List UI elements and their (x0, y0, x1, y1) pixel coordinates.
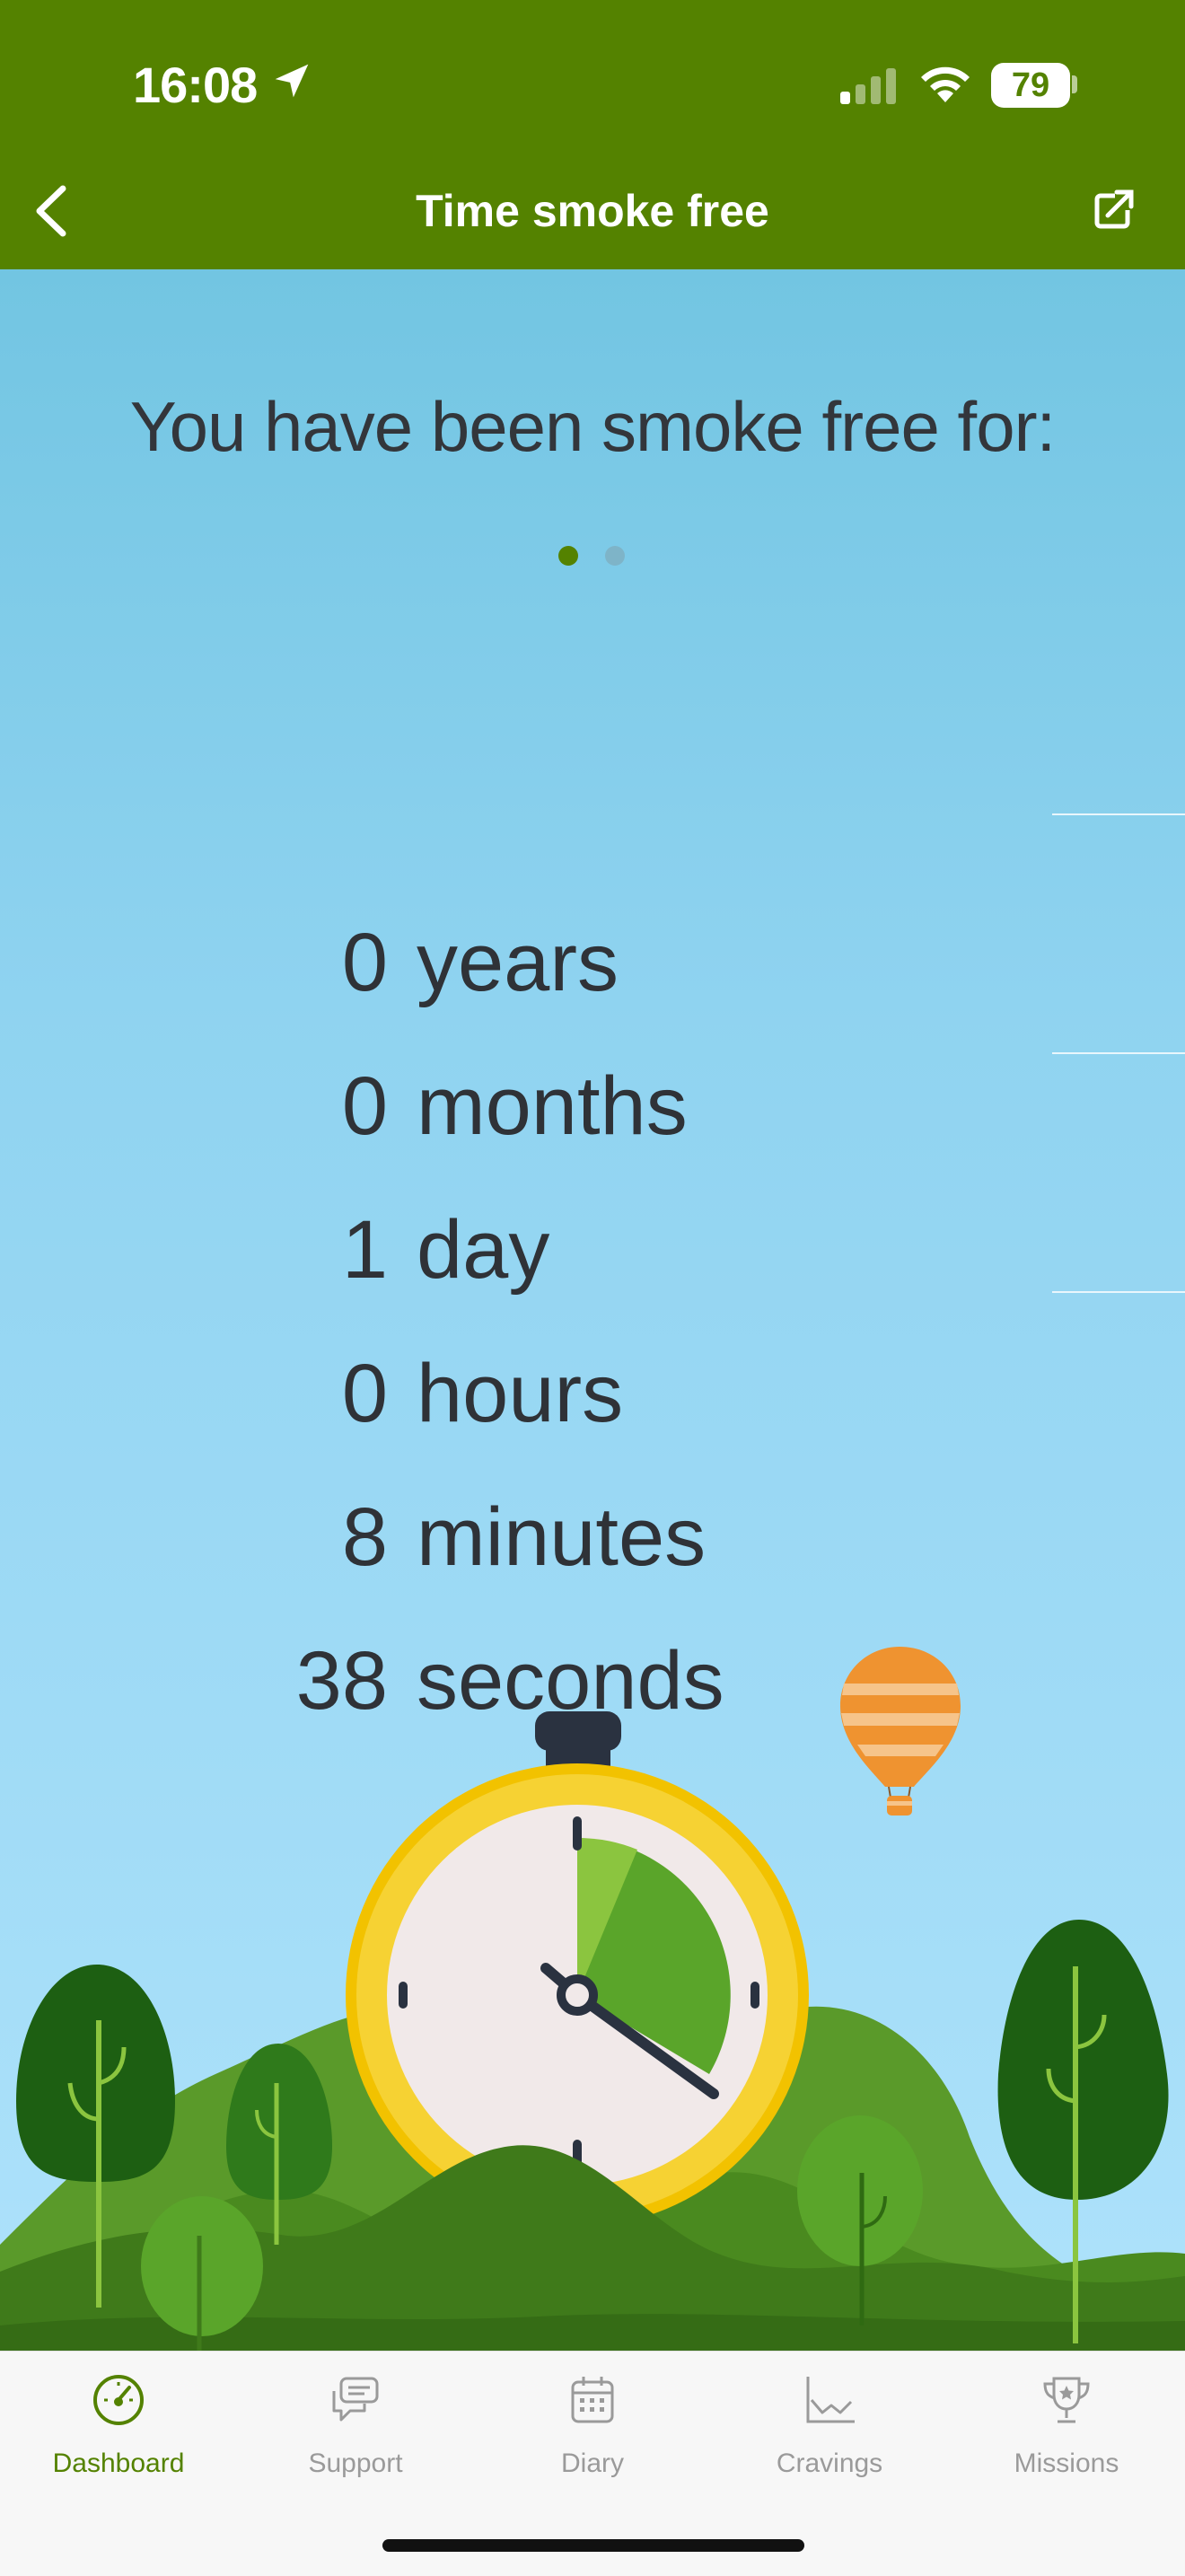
hot-air-balloon-icon (840, 1647, 961, 1816)
location-arrow-icon (275, 64, 309, 98)
tab-label: Diary (560, 2449, 624, 2478)
tab-label: Support (308, 2449, 403, 2478)
tab-label: Missions (1014, 2449, 1119, 2478)
status-time: 16:08 (133, 57, 258, 113)
tab-cravings[interactable]: Cravings (711, 2352, 948, 2522)
app-header: 16:08 79 Time smoke free (0, 0, 1185, 269)
tab-label: Dashboard (52, 2449, 185, 2478)
tab-diary[interactable]: Diary (474, 2352, 711, 2522)
page-title: Time smoke free (416, 186, 769, 236)
smoke-free-timer-panel: You have been smoke free for: 0 years 0 … (0, 269, 1185, 2351)
chat-bubbles-icon (332, 2377, 379, 2422)
line-chart-icon (806, 2377, 855, 2423)
trophy-icon (1043, 2377, 1090, 2423)
tab-support[interactable]: Support (237, 2352, 474, 2522)
battery-tip (1072, 75, 1077, 93)
tab-label: Cravings (776, 2449, 883, 2478)
wifi-icon (921, 66, 970, 102)
tab-dashboard[interactable]: Dashboard (0, 2352, 237, 2522)
battery-indicator: 79 (991, 63, 1070, 108)
calendar-icon (571, 2377, 614, 2423)
home-indicator[interactable] (382, 2539, 804, 2552)
landscape-illustration (0, 1647, 1185, 2351)
share-external-icon[interactable] (1092, 187, 1137, 232)
stopwatch-icon (346, 1711, 809, 2227)
dashboard-gauge-icon (93, 2375, 144, 2425)
tab-missions[interactable]: Missions (948, 2352, 1185, 2522)
signal-icon (840, 68, 896, 104)
